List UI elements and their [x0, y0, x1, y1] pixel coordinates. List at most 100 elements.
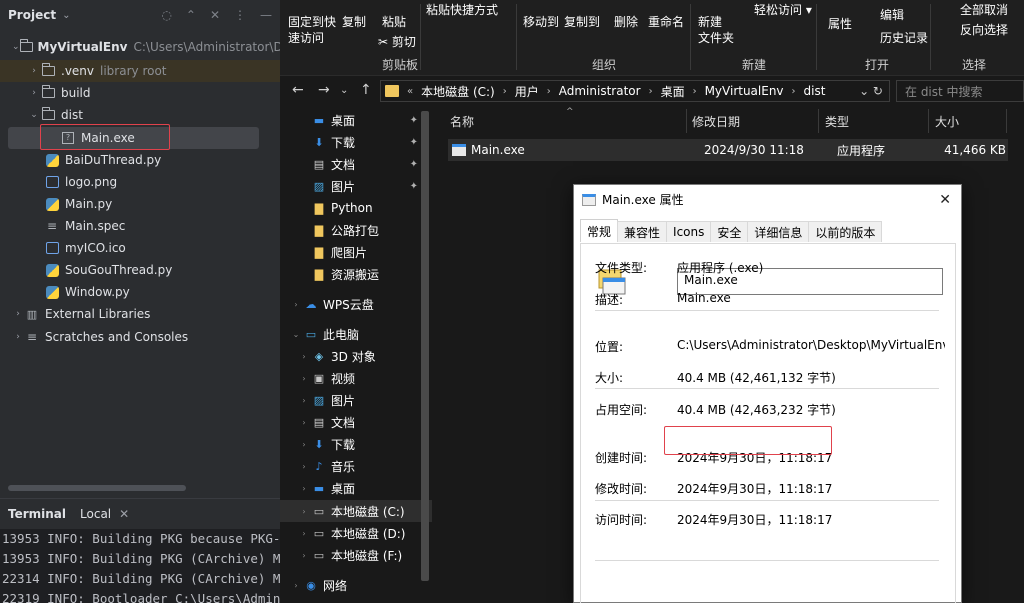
expand-icon[interactable]: ⌃: [186, 8, 196, 22]
nav-item[interactable]: › ◈ 3D 对象: [280, 345, 432, 367]
tree-item[interactable]: ⌄ dist: [0, 104, 280, 126]
nav-item[interactable]: ▤ 文档 ✦: [280, 153, 432, 175]
chevron-right-icon[interactable]: ›: [296, 551, 312, 560]
copy-to-button[interactable]: 复制到: [564, 14, 600, 30]
tree-item[interactable]: Window.py: [0, 281, 280, 303]
terminal-tab-local[interactable]: Local: [80, 507, 111, 521]
nav-item[interactable]: ▬ 桌面 ✦: [280, 109, 432, 131]
tab-3[interactable]: 安全: [710, 221, 749, 242]
new-folder-button[interactable]: 新建 文件夹: [698, 14, 734, 46]
rename-button[interactable]: 重命名: [648, 14, 684, 30]
chevron-right-icon[interactable]: ›: [296, 374, 312, 383]
nav-item[interactable]: › ☁ WPS云盘: [280, 293, 432, 315]
horizontal-scrollbar[interactable]: [8, 485, 186, 491]
chevron-down-icon[interactable]: ⌄: [62, 10, 70, 21]
column-header-name[interactable]: 名称: [450, 113, 474, 130]
chevron-right-icon[interactable]: ›: [12, 309, 24, 319]
project-title[interactable]: Project: [8, 8, 56, 22]
file-row-main-exe[interactable]: Main.exe 2024/9/30 11:18 应用程序 41,466 KB: [448, 139, 1008, 161]
chevron-right-icon[interactable]: ›: [12, 332, 24, 342]
tab-2[interactable]: Icons: [666, 221, 712, 242]
tree-item[interactable]: BaiDuThread.py: [0, 149, 280, 171]
column-header-date[interactable]: 修改日期: [692, 113, 740, 130]
properties-button[interactable]: 属性: [828, 16, 852, 32]
more-icon[interactable]: ⋮: [234, 8, 246, 22]
tree-item[interactable]: › build: [0, 82, 280, 104]
nav-item[interactable]: ▇ 资源搬运: [280, 263, 432, 285]
paste-button[interactable]: 粘贴: [382, 14, 406, 30]
chevron-right-icon[interactable]: ›: [28, 66, 40, 76]
terminal-title[interactable]: Terminal: [8, 507, 66, 521]
chevron-right-icon[interactable]: ›: [296, 484, 312, 493]
tab-0[interactable]: 常规: [580, 219, 619, 242]
chevron-right-icon[interactable]: ›: [296, 352, 312, 361]
tree-item[interactable]: ≡ Main.spec: [0, 215, 280, 237]
copy-button[interactable]: 复制: [342, 14, 366, 30]
breadcrumb-item[interactable]: 用户: [515, 83, 539, 100]
move-to-button[interactable]: 移动到: [523, 14, 559, 30]
column-header-size[interactable]: 大小: [935, 113, 959, 130]
tree-item[interactable]: › ▥ External Libraries: [0, 303, 280, 325]
address-bar[interactable]: « 本地磁盘 (C:) › 用户 › Administrator › 桌面 › MyVirtua…: [380, 80, 890, 102]
nav-item[interactable]: ▨ 图片 ✦: [280, 175, 432, 197]
chevron-right-icon[interactable]: ›: [288, 300, 304, 309]
hide-icon[interactable]: —: [260, 8, 272, 22]
breadcrumb-item[interactable]: 本地磁盘 (C:): [421, 83, 495, 100]
pin-button[interactable]: 固定到快 速访问: [288, 14, 336, 46]
nav-item[interactable]: › ▤ 文档: [280, 411, 432, 433]
tree-item[interactable]: SouGouThread.py: [0, 259, 280, 281]
easy-access-button[interactable]: 轻松访问 ▾: [754, 2, 812, 18]
nav-item[interactable]: ⌄ ▭ 此电脑: [280, 323, 432, 345]
nav-item[interactable]: › ▨ 图片: [280, 389, 432, 411]
tab-1[interactable]: 兼容性: [617, 221, 668, 242]
tree-item[interactable]: ⌄ MyVirtualEnv C:\Users\Administrator\De: [0, 36, 280, 58]
nav-item[interactable]: ▇ Python: [280, 197, 432, 219]
chevron-right-icon[interactable]: ⌄: [288, 330, 304, 339]
delete-button[interactable]: 删除: [614, 14, 638, 30]
nav-item[interactable]: › ♪ 音乐: [280, 455, 432, 477]
search-input[interactable]: 在 dist 中搜索: [896, 80, 1024, 102]
chevron-down-icon[interactable]: ⌄: [12, 42, 20, 52]
select-none-button[interactable]: 全部取消: [960, 2, 1008, 18]
edit-button[interactable]: 编辑: [880, 7, 904, 23]
tree-item[interactable]: Main.py: [0, 193, 280, 215]
up-arrow-icon[interactable]: ↑: [360, 82, 372, 98]
nav-item[interactable]: ⬇ 下载 ✦: [280, 131, 432, 153]
target-icon[interactable]: ◌: [161, 8, 171, 22]
chevron-right-icon[interactable]: ›: [28, 88, 40, 98]
history-button[interactable]: 历史记录: [880, 30, 928, 46]
nav-item[interactable]: › ◉ 网络: [280, 574, 432, 596]
back-arrow-icon[interactable]: ←: [292, 82, 304, 98]
nav-item[interactable]: › ▣ 视频: [280, 367, 432, 389]
breadcrumb-item[interactable]: Administrator: [559, 84, 641, 98]
nav-item[interactable]: › ▭ 本地磁盘 (F:): [280, 544, 432, 566]
nav-item[interactable]: › ▭ 本地磁盘 (C:): [280, 500, 432, 522]
recent-chevron-icon[interactable]: ⌄: [340, 85, 348, 96]
vertical-scrollbar[interactable]: [421, 111, 429, 581]
nav-item[interactable]: ▇ 公路打包: [280, 219, 432, 241]
chevron-right-icon[interactable]: ›: [296, 396, 312, 405]
close-icon[interactable]: ✕: [939, 192, 951, 208]
breadcrumb-item[interactable]: MyVirtualEnv: [705, 84, 784, 98]
close-icon[interactable]: ✕: [119, 507, 129, 521]
tree-item[interactable]: myICO.ico: [0, 237, 280, 259]
breadcrumb-item[interactable]: 桌面: [661, 83, 685, 100]
chevron-right-icon[interactable]: ›: [288, 581, 304, 590]
chevron-right-icon[interactable]: ›: [296, 418, 312, 427]
chevron-right-icon[interactable]: ›: [296, 440, 312, 449]
chevron-down-icon[interactable]: ⌄: [28, 110, 40, 120]
tree-item[interactable]: › .venv library root: [0, 60, 280, 82]
cut-button[interactable]: ✂ 剪切: [378, 34, 416, 50]
chevron-right-icon[interactable]: ›: [296, 529, 312, 538]
tab-4[interactable]: 详细信息: [747, 221, 810, 242]
nav-item[interactable]: › ▬ 桌面: [280, 477, 432, 499]
refresh-icon[interactable]: ⌄ ↻: [859, 84, 889, 98]
column-header-type[interactable]: 类型: [825, 113, 849, 130]
chevron-right-icon[interactable]: ›: [296, 462, 312, 471]
chevron-right-icon[interactable]: ›: [296, 507, 312, 516]
forward-arrow-icon[interactable]: →: [318, 82, 330, 98]
tab-5[interactable]: 以前的版本: [808, 221, 883, 242]
nav-item[interactable]: ▇ 爬图片: [280, 241, 432, 263]
paste-shortcut-button[interactable]: 粘贴快捷方式: [426, 2, 498, 18]
tree-item[interactable]: › ≡ Scratches and Consoles: [0, 326, 280, 348]
